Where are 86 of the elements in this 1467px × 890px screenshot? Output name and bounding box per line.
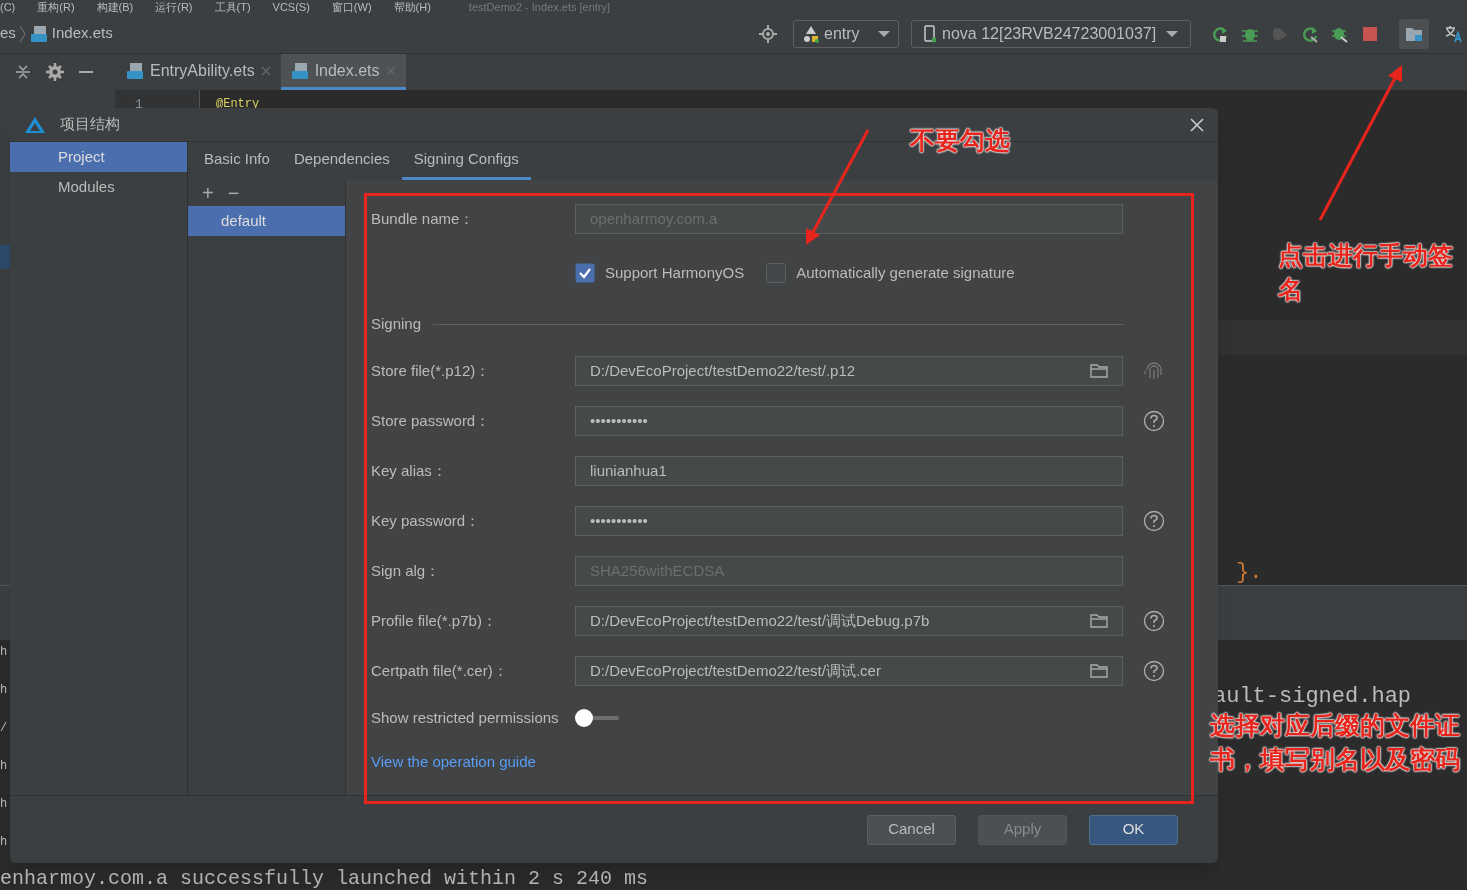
- menu-item[interactable]: 帮助(H): [393, 1, 431, 13]
- text-field[interactable]: liunianhua1: [575, 456, 1123, 486]
- breadcrumb-item[interactable]: es: [0, 22, 16, 45]
- device-dropdown[interactable]: nova 12[23RVB24723001037]: [911, 19, 1191, 48]
- caret-icon: [878, 29, 890, 38]
- log-line: /: [0, 721, 9, 735]
- stop-icon[interactable]: [1361, 24, 1379, 43]
- menu-item[interactable]: 窗口(W): [331, 1, 372, 13]
- text-field[interactable]: D:/DevEcoProject/testDemo22/test/调试.cer: [575, 656, 1123, 686]
- ok-button[interactable]: OK: [1089, 814, 1178, 845]
- menu-item[interactable]: VCS(S): [272, 1, 310, 13]
- editor-tab[interactable]: Index.ets: [280, 54, 406, 90]
- section-title: Signing: [371, 313, 422, 334]
- menu-item[interactable]: (C): [0, 1, 16, 13]
- field-label: Key password：: [371, 510, 482, 531]
- help-icon[interactable]: [1143, 660, 1165, 682]
- code-line: @Entry: [216, 97, 260, 111]
- help-icon[interactable]: [1143, 510, 1165, 532]
- phone-icon: [924, 24, 936, 43]
- log-line: h: [0, 683, 9, 697]
- checkbox-label: Support HarmonyOS: [605, 262, 745, 283]
- toggle-label: Show restricted permissions: [371, 707, 559, 728]
- folder-icon[interactable]: [1090, 612, 1108, 630]
- toggle-switch[interactable]: [574, 708, 621, 728]
- checkbox[interactable]: [575, 263, 595, 283]
- rerun-icon[interactable]: [1211, 24, 1229, 43]
- field-label: Profile file(*.p7b)：: [371, 610, 498, 631]
- field-label: Store password：: [371, 410, 492, 431]
- translate-icon[interactable]: [1445, 24, 1463, 43]
- dialog-button[interactable]: Cancel: [867, 814, 956, 845]
- selected-row: [0, 245, 10, 269]
- text-field[interactable]: •••••••••••: [575, 406, 1123, 436]
- menu-item[interactable]: 运行(R): [155, 1, 193, 13]
- run-config-dropdown[interactable]: entry: [793, 19, 899, 48]
- settings-icon[interactable]: [46, 63, 64, 81]
- field-label: Certpath file(*.cer)：: [371, 660, 509, 681]
- field-label: Bundle name：: [371, 208, 476, 229]
- nav-item[interactable]: Project: [10, 142, 187, 172]
- checkbox[interactable]: [766, 263, 787, 283]
- annotation-text: 选择对应后缀的文件证书，填写别名以及密码: [1210, 710, 1460, 775]
- folder-icon[interactable]: [1090, 662, 1108, 680]
- menu-item[interactable]: 重构(R): [37, 1, 75, 13]
- file-icon: [290, 61, 309, 80]
- editor-tab[interactable]: EntryAbility.ets: [116, 54, 281, 90]
- logo-icon: [24, 115, 46, 134]
- target-icon[interactable]: [759, 24, 777, 43]
- field-label: Sign alg：: [371, 560, 442, 581]
- tab[interactable]: Basic Info: [192, 142, 282, 180]
- line-number: 1: [135, 97, 143, 112]
- breadcrumb-item[interactable]: Index.ets: [51, 22, 113, 45]
- text-field[interactable]: •••••••••••: [575, 506, 1123, 536]
- dialog-title: 项目结构: [60, 114, 120, 135]
- add-button[interactable]: +: [202, 183, 214, 203]
- text-field[interactable]: D:/DevEcoProject/testDemo22/test/.p12: [575, 356, 1123, 386]
- window-title: testDemo2 - Index.ets [entry]: [468, 1, 611, 13]
- menu-item[interactable]: 构建(B): [96, 1, 134, 13]
- field-label: Key alias：: [371, 460, 448, 481]
- file-icon: [126, 61, 144, 80]
- project-structure-button[interactable]: [1399, 18, 1429, 49]
- guide-link[interactable]: View the operation guide: [371, 750, 536, 774]
- modules-icon: [802, 24, 820, 43]
- remove-button[interactable]: −: [227, 183, 240, 203]
- log-line: ault-signed.hap: [1213, 683, 1412, 711]
- folder-icon[interactable]: [1090, 362, 1108, 380]
- help-icon[interactable]: [1143, 410, 1165, 432]
- help-icon[interactable]: [1143, 610, 1165, 632]
- log-line: h: [0, 645, 9, 659]
- chevron-icon: [18, 23, 27, 44]
- caret-icon: [1166, 29, 1178, 38]
- annotation-text: 不要勾选: [910, 125, 1011, 156]
- nav-item[interactable]: Modules: [10, 172, 187, 202]
- collapse-icon[interactable]: [14, 63, 32, 81]
- log-line: h: [0, 835, 9, 849]
- text-field[interactable]: D:/DevEcoProject/testDemo22/test/调试Debug.p7b: [575, 606, 1123, 636]
- field-label: Store file(*.p12)：: [371, 360, 492, 381]
- log-line: enharmoy.com.a successfully launched within 2 s 240 ms: [0, 868, 649, 890]
- annotation-text: 点击进行手动签名: [1278, 240, 1454, 305]
- menu-item[interactable]: 工具(T): [214, 1, 251, 13]
- tab[interactable]: Dependencies: [281, 142, 402, 180]
- file-icon: [29, 24, 48, 43]
- log-line: h: [0, 759, 9, 773]
- log-line: h: [0, 797, 9, 811]
- config-item[interactable]: default: [188, 206, 345, 236]
- checkbox-label: Automatically generate signature: [796, 262, 1015, 283]
- code-fragment: }.: [1236, 559, 1263, 587]
- refresh-icon[interactable]: [1301, 24, 1319, 43]
